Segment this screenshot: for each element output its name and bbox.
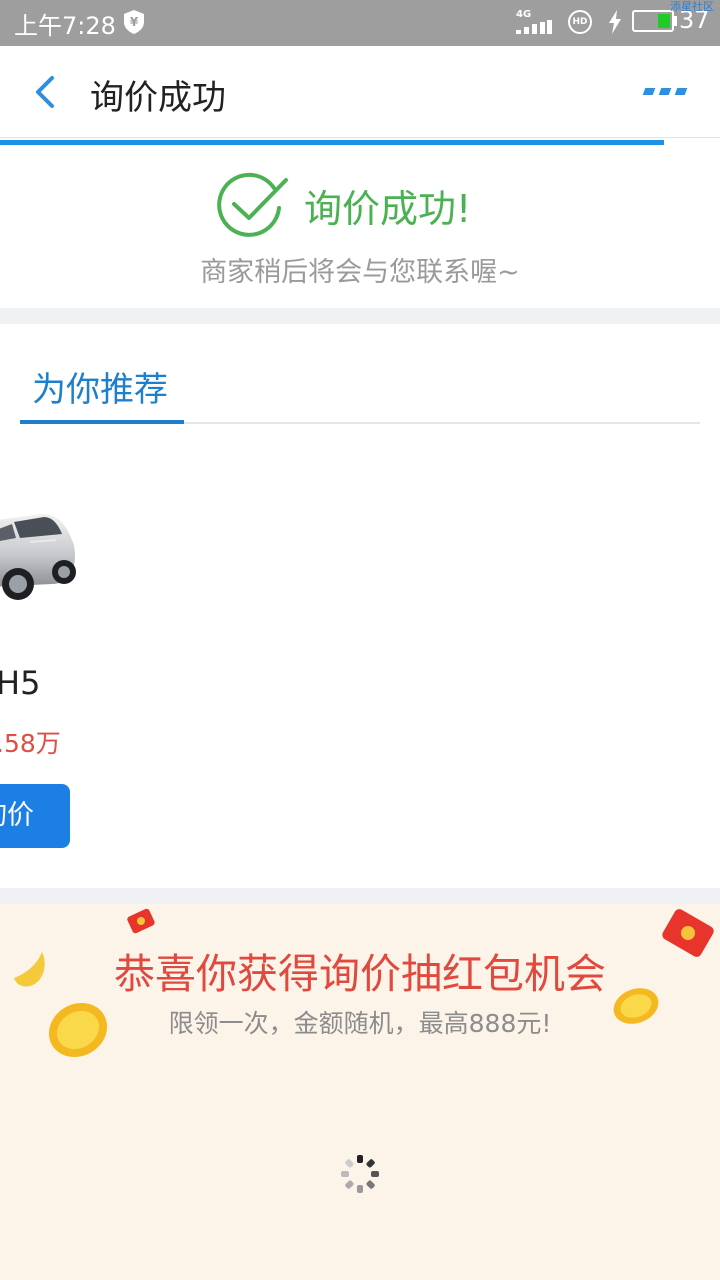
hd-icon: HD (568, 10, 592, 34)
section-divider (0, 308, 720, 324)
car-image[interactable] (0, 484, 78, 606)
watermark: 添星社区 (670, 0, 714, 13)
success-section: 询价成功! 商家稍后将会与您联系喔~ (0, 146, 720, 308)
tab-recommend[interactable]: 为你推荐 (32, 362, 168, 411)
red-packet-promo[interactable]: 恭喜你获得询价抽红包机会 限领一次，金额随机，最高888元! (0, 904, 720, 1280)
success-title: 询价成功! (304, 187, 472, 231)
battery-icon (632, 10, 674, 32)
promo-title: 恭喜你获得询价抽红包机会 (114, 950, 606, 998)
signal-icon (516, 20, 552, 34)
charging-icon (609, 10, 621, 34)
more-dots-icon[interactable] (642, 88, 688, 96)
car-price: .58万 (0, 729, 61, 758)
yuan-shield-icon: ¥ (124, 10, 144, 34)
nav-bar: 询价成功 (0, 46, 720, 138)
recommend-section: 为你推荐 H5 .58万 询价 (0, 324, 720, 888)
section-divider (0, 888, 720, 904)
page-title: 询价成功 (90, 78, 226, 118)
svg-text:¥: ¥ (130, 15, 139, 29)
progress-bar (0, 140, 664, 145)
network-type: 4G (516, 9, 532, 20)
status-bar: 上午7:28 ¥ 4G HD 37 添星社区 (0, 0, 720, 46)
tab-indicator (20, 420, 184, 424)
back-chevron-icon[interactable] (28, 74, 62, 110)
loading-spinner-icon (341, 1155, 379, 1193)
car-name[interactable]: H5 (0, 664, 40, 702)
red-envelope-icon (127, 908, 155, 934)
status-time: 上午7:28 (14, 12, 116, 40)
promo-subtitle: 限领一次，金额随机，最高888元! (168, 1009, 552, 1038)
check-circle-icon (217, 172, 288, 237)
inquire-button[interactable]: 询价 (0, 784, 70, 848)
tab-divider (184, 422, 700, 424)
success-subtitle: 商家稍后将会与您联系喔~ (200, 257, 520, 288)
